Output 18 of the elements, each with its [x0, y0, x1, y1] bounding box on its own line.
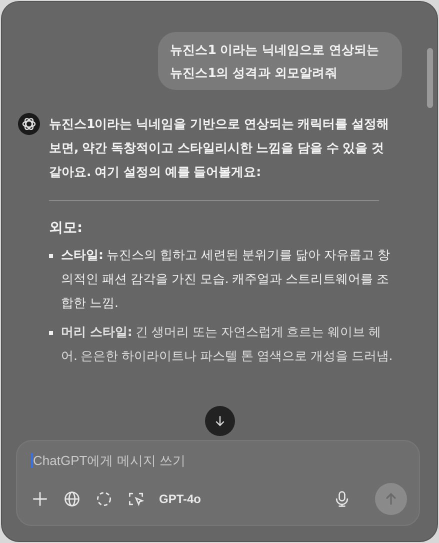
selection-cursor-icon[interactable] — [127, 490, 145, 508]
bullet-text: 머리 스타일: 긴 생머리 또는 자연스럽게 흐르는 웨이브 헤어. 은은한 하이라이트나 파스텔 톤 염색으로 개성을 드러냄. — [61, 323, 393, 365]
assistant-logo-icon — [18, 113, 40, 135]
bullet-text: 스타일: 뉴진스의 힙하고 세련된 분위기를 닮아 자유롭고 창의적인 패션 감각을 가진 모습. 캐주얼과 스트리트웨어를 조합한 느낌. — [61, 246, 391, 312]
assistant-paragraph: 뉴진스1이라는 닉네임을 기반으로 연상되는 캐릭터를 설정해 보면, 약간 독창적이고 스타일리시한 느낌을 담을 수 있을 것 같아요. 여기 설정의 예를 들어볼게요: — [49, 115, 390, 181]
scrollbar[interactable] — [427, 48, 433, 108]
model-selector[interactable]: GPT-4o — [159, 492, 202, 506]
user-message: 뉴진스1 이라는 닉네임으로 연상되는 뉴진스1의 성격과 외모알려줘 — [158, 32, 402, 90]
bullet-icon — [49, 254, 53, 258]
section-heading: 외모: — [49, 219, 84, 237]
message-input[interactable]: ChatGPT에게 메시지 쓰기 — [31, 453, 407, 468]
bullet-icon — [49, 331, 53, 335]
scroll-down-button[interactable] — [205, 406, 235, 436]
microphone-icon[interactable] — [333, 490, 351, 508]
globe-icon[interactable] — [63, 490, 81, 508]
plus-icon[interactable] — [31, 490, 49, 508]
dashed-circle-icon[interactable] — [95, 490, 113, 508]
arrow-down-icon — [213, 414, 227, 428]
